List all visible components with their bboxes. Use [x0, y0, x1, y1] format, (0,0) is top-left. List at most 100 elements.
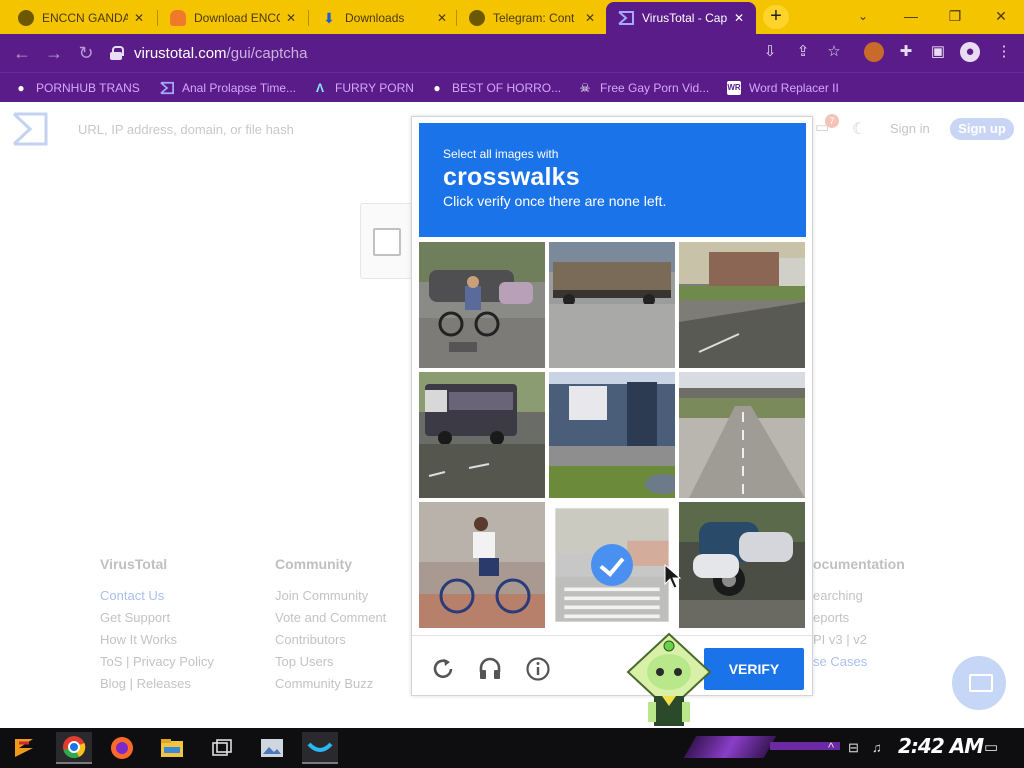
wr-icon: WR: [727, 81, 741, 95]
footer-link[interactable]: Community Buzz: [275, 673, 386, 695]
footer-link[interactable]: eports: [813, 607, 905, 629]
bookmarks-bar: ● PORNHUB TRANS Anal Prolapse Time... Λ …: [0, 72, 1024, 102]
start-icon[interactable]: [6, 732, 42, 764]
bookmark-item[interactable]: ● BEST OF HORRO...: [430, 79, 561, 97]
captcha-tile-9[interactable]: [679, 502, 805, 628]
captcha-tile-2[interactable]: [549, 242, 675, 368]
search-input[interactable]: URL, IP address, domain, or file hash: [78, 122, 294, 137]
tab-title: Download ENCC: [194, 11, 280, 25]
bookmark-star-icon[interactable]: ☆: [824, 42, 844, 62]
bookmark-item[interactable]: ☠ Free Gay Porn Vid...: [578, 79, 710, 97]
globe-icon: [469, 10, 485, 26]
taskbar-clock[interactable]: 2:42 AM: [898, 734, 984, 758]
captcha-tile-8-selected[interactable]: [549, 502, 675, 628]
footer-col-virustotal: VirusTotal Contact Us Get Support How It…: [100, 556, 214, 695]
tab-title: VirusTotal - Cap: [642, 11, 728, 25]
recaptcha-checkbox[interactable]: [373, 228, 401, 256]
menu-kebab-icon[interactable]: ⋮: [994, 42, 1014, 62]
tab-title: Downloads: [345, 11, 405, 25]
restore-button[interactable]: ❐: [940, 4, 970, 28]
footer-heading: VirusTotal: [100, 556, 168, 572]
extensions-puzzle-icon[interactable]: ✚: [896, 42, 916, 62]
footer-link[interactable]: se Cases: [813, 651, 905, 673]
tab-search-icon[interactable]: ⌄: [848, 4, 878, 28]
chrome-icon[interactable]: [56, 732, 92, 764]
footer-link[interactable]: How It Works: [100, 629, 214, 651]
captcha-tile-4[interactable]: [419, 372, 545, 498]
footer-link[interactable]: earching: [813, 585, 905, 607]
close-window-button[interactable]: ✕: [986, 4, 1016, 28]
profile-icon[interactable]: ●: [960, 42, 980, 62]
captcha-tile-1[interactable]: [419, 242, 545, 368]
network-icon[interactable]: ⊟: [848, 740, 859, 756]
captcha-tile-5[interactable]: [549, 372, 675, 498]
captcha-tile-3[interactable]: [679, 242, 805, 368]
footer-link[interactable]: Top Users: [275, 651, 386, 673]
bookmark-item[interactable]: WR Word Replacer II: [727, 79, 839, 97]
close-icon[interactable]: ✕: [134, 11, 144, 25]
verify-button[interactable]: VERIFY: [704, 648, 804, 690]
task-view-icon[interactable]: [204, 732, 240, 764]
minimize-button[interactable]: —: [896, 4, 926, 28]
address-bar[interactable]: virustotal.com/gui/captcha: [104, 39, 854, 67]
footer-link[interactable]: ToS | Privacy Policy: [100, 651, 214, 673]
virustotal-logo-icon[interactable]: [12, 112, 48, 146]
peridot-mascot-image: [626, 632, 712, 726]
footer-link[interactable]: Vote and Comment: [275, 607, 386, 629]
tab-2[interactable]: Download ENCC ✕: [158, 2, 304, 34]
captcha-subinstruction: Click verify once there are none left.: [443, 193, 667, 209]
install-app-icon[interactable]: ⇩: [760, 42, 780, 62]
bookmark-item[interactable]: Anal Prolapse Time...: [160, 79, 296, 97]
close-icon[interactable]: ✕: [734, 11, 744, 25]
side-panel-icon[interactable]: ▣: [928, 42, 948, 62]
volume-icon[interactable]: ♫: [872, 740, 882, 755]
road-building-image: [679, 242, 805, 368]
forward-button[interactable]: →: [42, 41, 66, 65]
audio-challenge-icon[interactable]: [477, 656, 503, 682]
tray-chevron-icon[interactable]: ^: [828, 740, 834, 755]
extension-avatar-icon[interactable]: [864, 42, 884, 62]
footer-col-community: Community Join Community Vote and Commen…: [275, 556, 386, 695]
captcha-footer: VERIFY: [412, 635, 812, 695]
tab-5-active[interactable]: VirusTotal - Cap ✕: [606, 2, 756, 34]
footer-link[interactable]: Get Support: [100, 607, 214, 629]
footer-link[interactable]: PI v3 | v2: [813, 629, 905, 651]
back-button[interactable]: ←: [10, 41, 34, 65]
globe-icon: [18, 10, 34, 26]
skull-icon: ☠: [579, 81, 591, 95]
chat-support-button[interactable]: [952, 656, 1006, 710]
file-explorer-icon[interactable]: [154, 732, 190, 764]
dark-mode-icon[interactable]: ☾: [852, 119, 866, 139]
share-icon[interactable]: ⇪: [793, 42, 813, 62]
tab-1[interactable]: ENCCN GANDA ✕: [6, 2, 152, 34]
firefox-icon[interactable]: [104, 732, 140, 764]
bookmark-item[interactable]: ● PORNHUB TRANS: [14, 79, 139, 97]
wave-app-icon[interactable]: [302, 732, 338, 764]
photo-viewer-icon[interactable]: [254, 732, 290, 764]
tab-strip: ENCCN GANDA ✕ Download ENCC ✕ ⬇ Download…: [0, 0, 1024, 34]
info-icon[interactable]: [525, 656, 551, 682]
captcha-instruction: Select all images with: [443, 147, 559, 161]
virustotal-icon: [160, 81, 174, 95]
tab-3[interactable]: ⬇ Downloads ✕: [309, 2, 455, 34]
footer-link[interactable]: Blog | Releases: [100, 673, 214, 695]
captcha-header: Select all images with crosswalks Click …: [419, 123, 806, 237]
new-tab-button[interactable]: +: [763, 5, 789, 29]
footer-link[interactable]: Contributors: [275, 629, 386, 651]
reload-button[interactable]: ↻: [74, 41, 98, 65]
footer-link[interactable]: Contact Us: [100, 585, 214, 607]
close-icon[interactable]: ✕: [286, 11, 296, 25]
footer-link[interactable]: Join Community: [275, 585, 386, 607]
lock-icon: [110, 46, 124, 60]
close-icon[interactable]: ✕: [437, 11, 447, 25]
captcha-tile-7[interactable]: [419, 502, 545, 628]
footer-heading: ocumentation: [813, 556, 905, 572]
bookmark-item[interactable]: Λ FURRY PORN: [313, 79, 414, 97]
tab-4[interactable]: Telegram: Cont ✕: [457, 2, 603, 34]
close-icon[interactable]: ✕: [585, 11, 595, 25]
sign-up-button[interactable]: Sign up: [950, 118, 1014, 140]
sign-in-link[interactable]: Sign in: [890, 121, 930, 136]
notification-center-icon[interactable]: ▭: [984, 738, 998, 756]
reload-challenge-icon[interactable]: [430, 656, 456, 682]
captcha-tile-6[interactable]: [679, 372, 805, 498]
